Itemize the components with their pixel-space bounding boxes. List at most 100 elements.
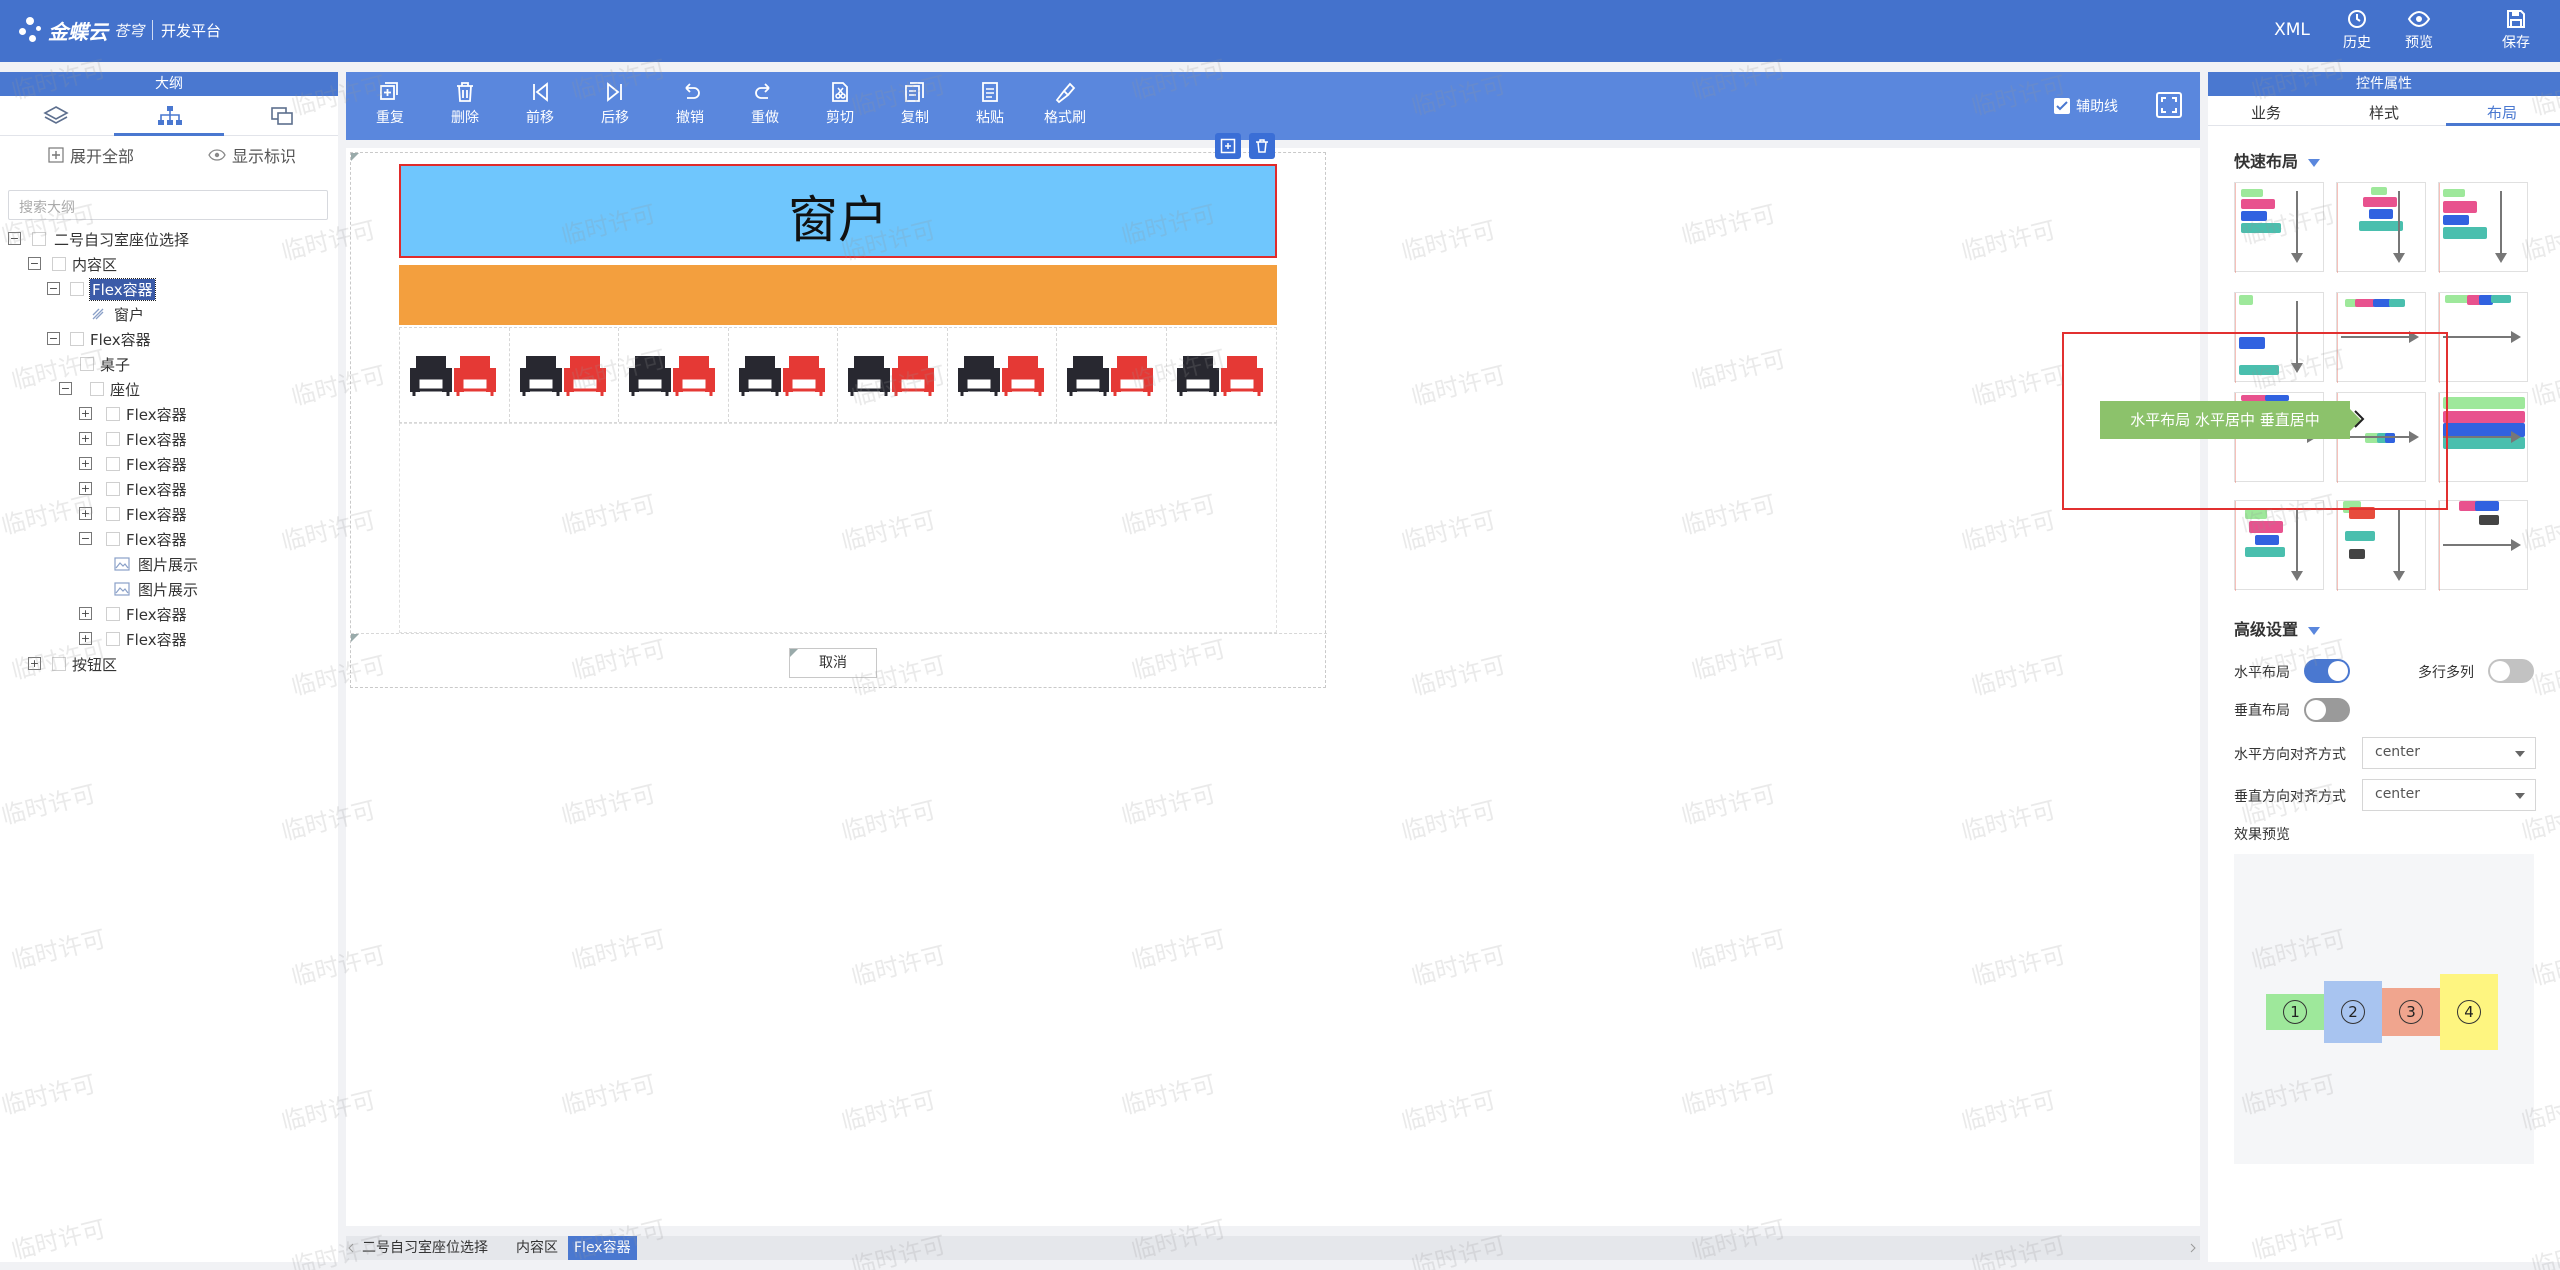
tab-style[interactable]: 样式 xyxy=(2326,102,2442,123)
quick-layout-option[interactable] xyxy=(2438,392,2528,483)
tree-node[interactable]: + Flex容器 xyxy=(0,601,338,626)
chevron-right-icon[interactable] xyxy=(2190,1243,2196,1253)
expand-toggle-icon[interactable]: + xyxy=(79,482,92,495)
collapse-toggle-icon[interactable]: − xyxy=(28,257,41,270)
tree-checkbox[interactable] xyxy=(106,507,120,521)
collapse-toggle-icon[interactable]: − xyxy=(47,282,60,295)
expand-all-button[interactable]: 展开全部 xyxy=(48,143,134,167)
quick-layout-option[interactable] xyxy=(2438,292,2528,383)
horizontal-layout-switch[interactable] xyxy=(2304,659,2350,683)
expand-toggle-icon[interactable]: + xyxy=(79,457,92,470)
tree-node[interactable]: 窗户 xyxy=(0,301,338,326)
preview-button[interactable]: 预览 xyxy=(2389,6,2449,56)
button-area[interactable]: 取消 xyxy=(351,633,1327,689)
seat-cell[interactable] xyxy=(619,328,729,422)
seat-cell[interactable] xyxy=(729,328,838,422)
repeat-button[interactable]: 重复 xyxy=(360,78,420,138)
breadcrumb-item[interactable]: 二号自习室座位选择 xyxy=(356,1236,494,1260)
expand-toggle-icon[interactable]: + xyxy=(79,507,92,520)
history-button[interactable]: 历史 xyxy=(2327,6,2387,56)
aux-lines-checkbox[interactable] xyxy=(2054,98,2070,114)
tree-checkbox[interactable] xyxy=(106,632,120,646)
expand-toggle-icon[interactable]: + xyxy=(28,657,41,670)
tree-node[interactable]: 图片展示 xyxy=(0,576,338,601)
tree-node[interactable]: + Flex容器 xyxy=(0,401,338,426)
tab-business[interactable]: 业务 xyxy=(2208,102,2324,123)
collapse-toggle-icon[interactable]: − xyxy=(59,382,72,395)
seat-cell[interactable] xyxy=(400,328,510,422)
collapse-toggle-icon[interactable]: − xyxy=(47,332,60,345)
tree-checkbox[interactable] xyxy=(52,657,66,671)
breadcrumb-item[interactable]: 内容区 xyxy=(510,1236,564,1260)
tree-node[interactable]: − 内容区 xyxy=(0,251,338,276)
add-container-icon[interactable] xyxy=(1215,133,1241,159)
quick-layout-option[interactable] xyxy=(2336,182,2426,273)
tree-node[interactable]: 图片展示 xyxy=(0,551,338,576)
quick-layout-option[interactable] xyxy=(2234,500,2324,591)
tree-checkbox[interactable] xyxy=(106,432,120,446)
move-backward-button[interactable]: 后移 xyxy=(585,78,645,138)
copy-button[interactable]: 复制 xyxy=(885,78,945,138)
expand-toggle-icon[interactable]: + xyxy=(79,432,92,445)
tree-checkbox[interactable] xyxy=(32,232,46,246)
tree-checkbox[interactable] xyxy=(70,332,84,346)
desk-bar[interactable] xyxy=(399,265,1277,325)
quick-layout-heading[interactable]: 快速布局 xyxy=(2234,148,2321,172)
move-forward-button[interactable]: 前移 xyxy=(510,78,570,138)
tree-node[interactable]: − Flex容器 xyxy=(0,326,338,351)
quick-layout-option[interactable] xyxy=(2336,500,2426,591)
tree-node[interactable]: + Flex容器 xyxy=(0,626,338,651)
seat-cell[interactable] xyxy=(838,328,948,422)
tree-node[interactable]: + 按钮区 xyxy=(0,651,338,676)
seat-cell[interactable] xyxy=(948,328,1057,422)
tree-node[interactable]: + Flex容器 xyxy=(0,501,338,526)
tree-node[interactable]: 桌子 xyxy=(0,351,338,376)
tree-node[interactable]: − 座位 xyxy=(0,376,338,401)
vertical-layout-switch[interactable] xyxy=(2304,698,2350,722)
tree-node[interactable]: − Flex容器 xyxy=(0,276,338,301)
collapse-toggle-icon[interactable]: − xyxy=(8,232,21,245)
quick-layout-option[interactable] xyxy=(2438,500,2528,591)
expand-toggle-icon[interactable]: + xyxy=(79,407,92,420)
delete-button[interactable]: 删除 xyxy=(435,78,495,138)
undo-button[interactable]: 撤销 xyxy=(660,78,720,138)
multi-row-switch[interactable] xyxy=(2488,659,2534,683)
v-align-select[interactable]: center xyxy=(2362,779,2536,811)
seat-row[interactable] xyxy=(399,327,1277,423)
seat-cell[interactable] xyxy=(1167,328,1277,422)
paste-button[interactable]: 粘贴 xyxy=(960,78,1020,138)
expand-toggle-icon[interactable]: + xyxy=(79,607,92,620)
xml-button[interactable]: XML xyxy=(2262,6,2322,56)
expand-toggle-icon[interactable]: + xyxy=(79,632,92,645)
chevron-left-icon[interactable] xyxy=(348,1243,354,1253)
tree-node[interactable]: + Flex容器 xyxy=(0,451,338,476)
advanced-heading[interactable]: 高级设置 xyxy=(2234,616,2321,640)
outline-search-input[interactable]: 搜索大纲 xyxy=(8,190,328,220)
tab-tree[interactable] xyxy=(114,96,226,136)
seat-cell[interactable] xyxy=(1057,328,1167,422)
cut-button[interactable]: 剪切 xyxy=(810,78,870,138)
h-align-select[interactable]: center xyxy=(2362,737,2536,769)
cancel-button[interactable]: 取消 xyxy=(789,648,877,678)
tab-layout[interactable]: 布局 xyxy=(2444,102,2560,123)
breadcrumb-item-active[interactable]: Flex容器 xyxy=(568,1236,637,1260)
collapse-toggle-icon[interactable]: − xyxy=(79,532,92,545)
tree-checkbox[interactable] xyxy=(52,257,66,271)
fullscreen-icon[interactable] xyxy=(2156,92,2182,118)
tree-node[interactable]: − Flex容器 xyxy=(0,526,338,551)
tree-checkbox[interactable] xyxy=(106,482,120,496)
delete-container-icon[interactable] xyxy=(1249,133,1275,159)
format-painter-button[interactable]: 格式刷 xyxy=(1035,78,1095,138)
tree-checkbox[interactable] xyxy=(70,282,84,296)
tree-checkbox[interactable] xyxy=(90,382,104,396)
quick-layout-option[interactable] xyxy=(2438,182,2528,273)
tab-layers[interactable] xyxy=(0,96,112,136)
aux-lines-toggle[interactable]: 辅助线 xyxy=(2054,96,2118,116)
window-container[interactable]: 窗户 xyxy=(399,164,1277,258)
tree-node[interactable]: + Flex容器 xyxy=(0,476,338,501)
tree-checkbox[interactable] xyxy=(106,532,120,546)
seat-cell[interactable] xyxy=(510,328,619,422)
tree-checkbox[interactable] xyxy=(106,607,120,621)
empty-container[interactable] xyxy=(399,423,1277,633)
tree-checkbox[interactable] xyxy=(80,357,94,371)
